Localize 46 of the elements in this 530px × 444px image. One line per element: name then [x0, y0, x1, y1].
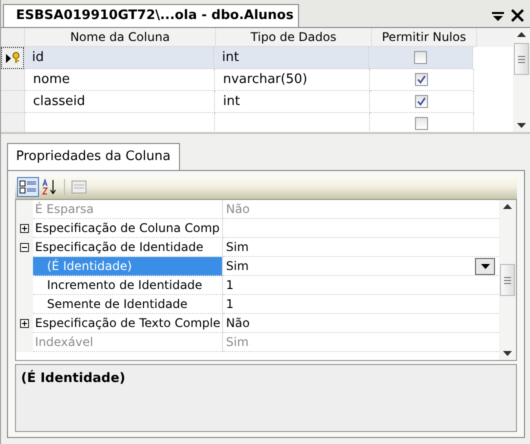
scroll-down-icon[interactable] — [503, 351, 512, 356]
scrollbar-thumb[interactable] — [500, 264, 515, 296]
table-cell[interactable]: id — [24, 47, 214, 69]
scrollbar[interactable] — [499, 200, 516, 360]
row-header[interactable] — [1, 47, 24, 69]
table-cell[interactable]: nvarchar(50) — [215, 69, 370, 91]
row-pointer-icon — [6, 54, 10, 62]
scroll-up-icon[interactable] — [503, 204, 512, 209]
checkbox[interactable] — [415, 95, 428, 108]
property-name[interactable]: Semente de Identidade — [33, 295, 223, 314]
document-tab[interactable]: ESBSA019910GT72\...ola - dbo.Alunos — [3, 4, 299, 27]
table-cell[interactable]: classeid — [25, 91, 215, 113]
property-name[interactable]: Incremento de Identidade — [33, 276, 223, 295]
close-icon[interactable] — [511, 9, 524, 22]
property-name[interactable]: Especificação de Coluna Comp — [33, 219, 223, 238]
table-cell[interactable]: int — [214, 47, 369, 69]
table-cell[interactable] — [370, 69, 474, 91]
property-name[interactable]: Especificação de Texto Comple — [33, 314, 223, 333]
table-cell[interactable] — [370, 91, 474, 113]
expander-icon[interactable] — [20, 224, 29, 233]
property-value[interactable]: 1 — [226, 278, 234, 292]
property-value[interactable]: Não — [226, 316, 250, 330]
scroll-down-icon[interactable] — [517, 123, 526, 128]
scroll-up-icon[interactable] — [517, 32, 526, 37]
expander-icon[interactable] — [20, 319, 29, 328]
expander-icon[interactable] — [20, 243, 29, 252]
scrollbar-thumb[interactable] — [514, 43, 529, 75]
property-value[interactable]: Sim — [226, 240, 249, 254]
value-cell[interactable]: Sim — [223, 257, 499, 276]
dropdown-icon[interactable] — [491, 10, 505, 22]
checkbox[interactable] — [415, 73, 428, 86]
properties-tab[interactable]: Propriedades da Coluna — [7, 143, 180, 170]
description-title: (É Identidade) — [21, 371, 126, 386]
table-cell[interactable] — [369, 47, 473, 69]
property-value[interactable]: 1 — [226, 297, 234, 311]
sort-alphabetical-icon[interactable] — [41, 178, 59, 196]
scrollbar[interactable] — [513, 28, 530, 132]
checkbox[interactable] — [415, 117, 428, 130]
checkbox[interactable] — [414, 51, 427, 64]
property-value[interactable]: Sim — [226, 259, 249, 273]
table-cell[interactable]: int — [215, 91, 370, 113]
key-icon — [12, 52, 20, 64]
dropdown-button[interactable] — [475, 258, 495, 274]
categorized-icon[interactable] — [17, 177, 39, 197]
table-cell[interactable]: nome — [25, 69, 215, 91]
caret-icon — [480, 264, 490, 268]
